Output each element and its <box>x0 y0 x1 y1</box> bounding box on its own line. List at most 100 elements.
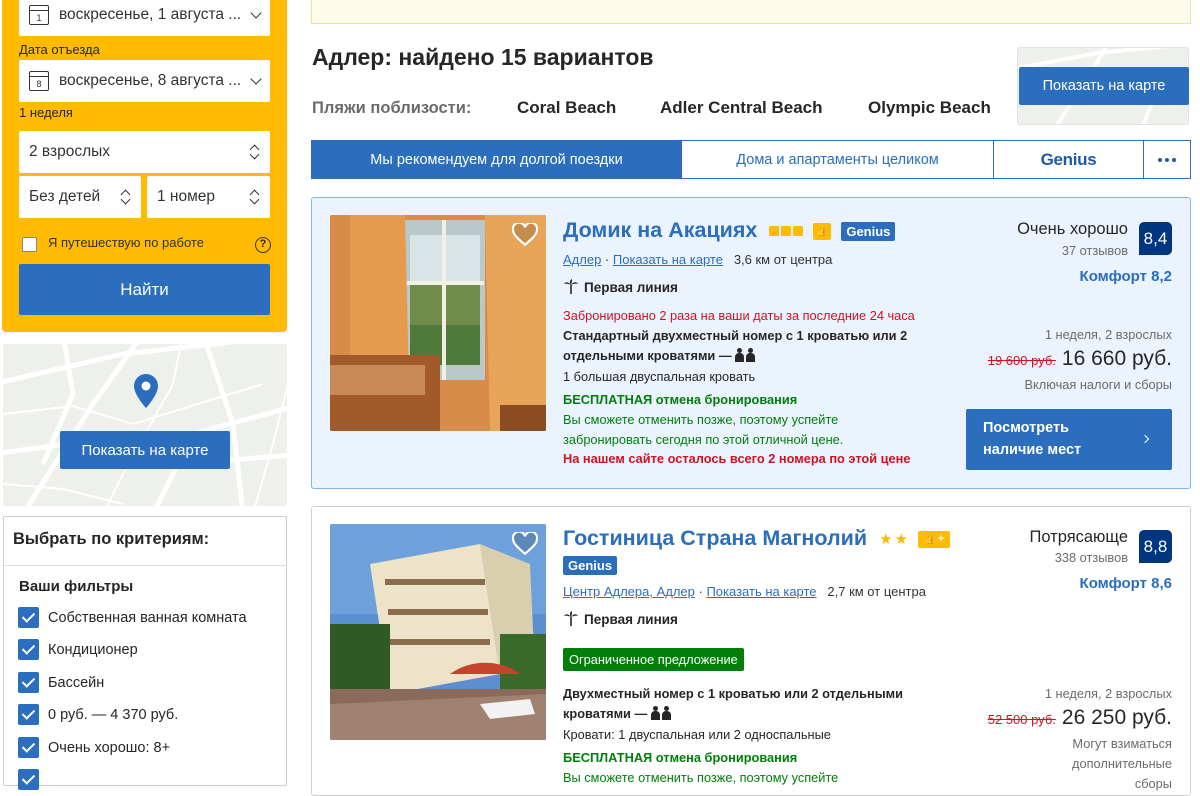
thumbs-up-icon: 👍 <box>813 222 832 240</box>
checkbox-checked-icon[interactable] <box>18 607 39 628</box>
sort-tabs: Мы рекомендуем для долгой поездки Дома и… <box>311 140 1191 179</box>
checkbox-checked-icon[interactable] <box>18 704 39 725</box>
filters-title: Выбрать по критериям: <box>4 517 286 566</box>
feature-text: Первая линия <box>584 279 678 295</box>
chevron-down-icon <box>250 7 262 19</box>
scarcity-message: На нашем сайте осталось всего 2 номера п… <box>563 451 911 466</box>
help-icon[interactable]: ? <box>255 237 271 253</box>
review-count[interactable]: 338 отзывов <box>1055 550 1128 565</box>
palm-tree-icon <box>564 279 578 294</box>
property-name[interactable]: Гостиница Страна Магнолий <box>563 526 867 550</box>
heart-icon[interactable] <box>512 223 538 247</box>
current-price: 26 250 руб. <box>1061 706 1172 729</box>
star-rating <box>769 226 804 237</box>
chevron-down-icon <box>250 73 262 85</box>
star-icon <box>793 226 804 237</box>
calendar-icon: 1 <box>29 5 49 25</box>
work-trip-label: Я путешествую по работе <box>48 235 204 250</box>
tab-homes-apartments[interactable]: Дома и апартаменты целиком <box>682 141 994 178</box>
chevron-right-icon <box>1140 434 1150 444</box>
property-card[interactable]: Домик на Акациях 👍 Genius Адлер · Показа… <box>311 197 1191 489</box>
stay-summary: 1 неделя, 2 взрослых <box>1044 327 1172 342</box>
comfort-score: Комфорт 8,2 <box>1079 268 1172 285</box>
location-link[interactable]: Адлер <box>563 252 601 267</box>
two-guests-icon <box>650 705 673 720</box>
calendar-icon: 8 <box>29 71 49 91</box>
checkbox-checked-icon[interactable] <box>18 639 39 660</box>
property-photo[interactable] <box>330 524 546 740</box>
filter-item[interactable]: Кондиционер <box>18 639 138 660</box>
rooms-select[interactable]: 1 номер <box>147 176 270 218</box>
beach-link[interactable]: Adler Central Beach <box>660 98 823 118</box>
show-on-map-link[interactable]: Показать на карте <box>613 252 723 267</box>
feature-row: Первая линия <box>563 279 678 295</box>
current-price: 16 660 руб. <box>1061 347 1172 370</box>
bed-info: Кровати: 1 двуспальная или 2 односпальны… <box>563 727 831 742</box>
filter-item[interactable]: 0 руб. — 4 370 руб. <box>18 704 178 725</box>
filters-panel: Выбрать по критериям: Ваши фильтры Собст… <box>3 516 287 790</box>
see-availability-button[interactable]: Посмотреть наличие мест <box>966 409 1172 470</box>
free-cancellation-text: Вы сможете отменить позже, поэтому успей… <box>563 412 844 447</box>
adults-select[interactable]: 2 взрослых <box>19 131 270 173</box>
property-card[interactable]: Гостиница Страна Магнолий ★ ★ 👍+ Genius Ц… <box>311 506 1191 796</box>
star-icon: ★ <box>894 531 908 549</box>
search-button[interactable]: Найти <box>19 264 270 315</box>
rating-word: Очень хорошо <box>1017 220 1128 238</box>
stay-duration: 1 неделя <box>19 105 73 120</box>
work-trip-checkbox[interactable] <box>22 237 37 252</box>
checkout-label: Дата отъезда <box>19 42 100 57</box>
review-count[interactable]: 37 отзывов <box>1062 243 1128 258</box>
filter-label: Собственная ванная комната <box>48 609 247 626</box>
two-guests-icon <box>735 347 757 362</box>
genius-badge: Genius <box>841 221 896 241</box>
feature-row: Первая линия <box>563 611 678 627</box>
property-name[interactable]: Домик на Акациях <box>563 218 757 242</box>
checkout-date-field[interactable]: 8 воскресенье, 8 августа ... <box>19 60 270 102</box>
tab-long-stay[interactable]: Мы рекомендуем для долгой поездки <box>312 141 682 178</box>
filter-label: Кондиционер <box>48 641 138 658</box>
property-name-row: Домик на Акациях 👍 Genius <box>563 218 896 243</box>
star-icon: ★ <box>879 531 893 549</box>
property-location: Центр Адлера, Адлер · Показать на карте … <box>563 584 926 599</box>
children-value: Без детей <box>29 188 101 205</box>
updown-arrows-icon <box>250 145 260 159</box>
room-type-text: Двухместный номер с 1 кроватью или 2 отд… <box>563 686 903 721</box>
stay-summary: 1 неделя, 2 взрослых <box>1044 686 1172 701</box>
price-row: 19 600 руб. 16 660 руб. <box>988 347 1172 371</box>
checkin-date-value: воскресенье, 1 августа ... <box>59 6 242 23</box>
beach-link[interactable]: Coral Beach <box>517 98 616 118</box>
checkbox-checked-icon[interactable] <box>18 737 39 758</box>
show-on-map-button[interactable]: Показать на карте <box>60 431 230 469</box>
show-on-map-link[interactable]: Показать на карте <box>706 584 816 599</box>
more-dots-icon <box>1158 157 1176 162</box>
updown-arrows-icon <box>250 190 260 204</box>
tab-genius[interactable]: Genius <box>994 141 1144 178</box>
feature-text: Первая линия <box>584 611 678 627</box>
see-availability-label: Посмотреть наличие мест <box>983 420 1082 458</box>
map-background <box>3 344 287 506</box>
heart-icon[interactable] <box>512 532 538 556</box>
taxes-note: Включая налоги и сборы <box>1024 377 1172 392</box>
children-select[interactable]: Без детей <box>19 176 141 218</box>
hotel-photo-image <box>330 524 546 740</box>
filter-item[interactable]: Собственная ванная комната <box>18 607 247 628</box>
rooms-value: 1 номер <box>157 188 216 205</box>
filter-item[interactable] <box>18 769 48 790</box>
property-photo[interactable] <box>330 215 546 431</box>
filter-item[interactable]: Бассейн <box>18 672 104 693</box>
checkin-date-field[interactable]: 1 воскресенье, 1 августа ... <box>19 0 270 36</box>
beach-link[interactable]: Olympic Beach <box>868 98 991 118</box>
more-tabs-button[interactable] <box>1144 141 1190 178</box>
location-link[interactable]: Центр Адлера, Адлер <box>563 584 695 599</box>
filter-item[interactable]: Очень хорошо: 8+ <box>18 737 170 758</box>
map-preview[interactable]: Показать на карте <box>3 344 287 506</box>
show-on-map-button[interactable]: Показать на карте <box>1019 67 1189 105</box>
updown-arrows-icon <box>121 190 131 204</box>
free-cancellation-title: БЕСПЛАТНАЯ отмена бронирования <box>563 392 798 407</box>
room-type: Двухместный номер с 1 кроватью или 2 отд… <box>563 686 903 721</box>
checkbox-checked-icon[interactable] <box>18 672 39 693</box>
adults-value: 2 взрослых <box>29 143 111 160</box>
checkbox-checked-icon[interactable] <box>18 769 39 790</box>
bed-info: 1 большая двуспальная кровать <box>563 369 756 384</box>
rating-word: Потрясающе <box>1029 528 1128 546</box>
